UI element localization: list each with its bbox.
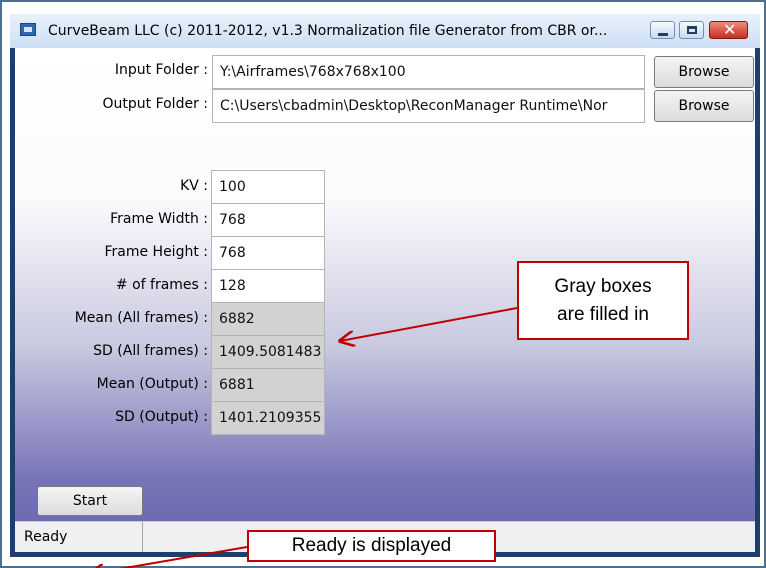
- param-input-field[interactable]: 128: [211, 269, 325, 303]
- param-label-cell: Mean (All frames) :: [15, 308, 208, 328]
- param-label: Mean (All frames) :: [74, 310, 208, 326]
- param-label: SD (Output) :: [115, 409, 208, 425]
- close-button[interactable]: ✕: [709, 21, 748, 39]
- minimize-button[interactable]: [650, 21, 675, 39]
- param-label: SD (All frames) :: [93, 343, 208, 359]
- param-label-cell: SD (All frames) :: [15, 341, 208, 361]
- input-folder-label-cell: Input Folder :: [15, 60, 208, 80]
- param-result-field: 1409.5081483: [211, 335, 325, 369]
- param-label: KV :: [180, 178, 208, 194]
- start-button[interactable]: Start: [37, 486, 143, 516]
- minimize-icon: [658, 33, 668, 36]
- output-browse-button[interactable]: Browse: [654, 90, 754, 122]
- param-label-cell: Mean (Output) :: [15, 374, 208, 394]
- status-text: Ready: [24, 529, 68, 545]
- param-input-field[interactable]: 768: [211, 203, 325, 237]
- maximize-icon: [687, 26, 697, 34]
- param-result-field: 6881: [211, 368, 325, 402]
- input-browse-button[interactable]: Browse: [654, 56, 754, 88]
- param-label: Frame Width :: [110, 211, 208, 227]
- title-bar[interactable]: CurveBeam LLC (c) 2011-2012, v1.3 Normal…: [10, 14, 760, 48]
- maximize-button[interactable]: [679, 21, 704, 39]
- param-result-field: 1401.2109355: [211, 401, 325, 435]
- param-label-cell: KV :: [15, 176, 208, 196]
- param-label: Frame Height :: [104, 244, 208, 260]
- param-label-cell: SD (Output) :: [15, 407, 208, 427]
- param-label-cell: # of frames :: [15, 275, 208, 295]
- output-folder-field[interactable]: C:\Users\cbadmin\Desktop\ReconManager Ru…: [212, 89, 645, 123]
- param-input-field[interactable]: 100: [211, 170, 325, 204]
- callout-ready: Ready is displayed: [247, 530, 496, 562]
- status-separator: [142, 522, 143, 552]
- input-folder-field[interactable]: Y:\Airframes\768x768x100: [212, 55, 645, 89]
- input-folder-label: Input Folder :: [114, 62, 208, 78]
- callout-gray-boxes: Gray boxes are filled in: [517, 261, 689, 340]
- output-folder-label: Output Folder :: [102, 96, 208, 112]
- param-label-cell: Frame Width :: [15, 209, 208, 229]
- param-input-field[interactable]: 768: [211, 236, 325, 270]
- param-label-cell: Frame Height :: [15, 242, 208, 262]
- param-label: # of frames :: [115, 277, 208, 293]
- param-result-field: 6882: [211, 302, 325, 336]
- close-icon: ✕: [723, 20, 737, 39]
- window-title: CurveBeam LLC (c) 2011-2012, v1.3 Normal…: [48, 23, 608, 39]
- output-folder-label-cell: Output Folder :: [15, 94, 208, 114]
- param-label: Mean (Output) :: [96, 376, 208, 392]
- app-window-icon: [20, 23, 36, 36]
